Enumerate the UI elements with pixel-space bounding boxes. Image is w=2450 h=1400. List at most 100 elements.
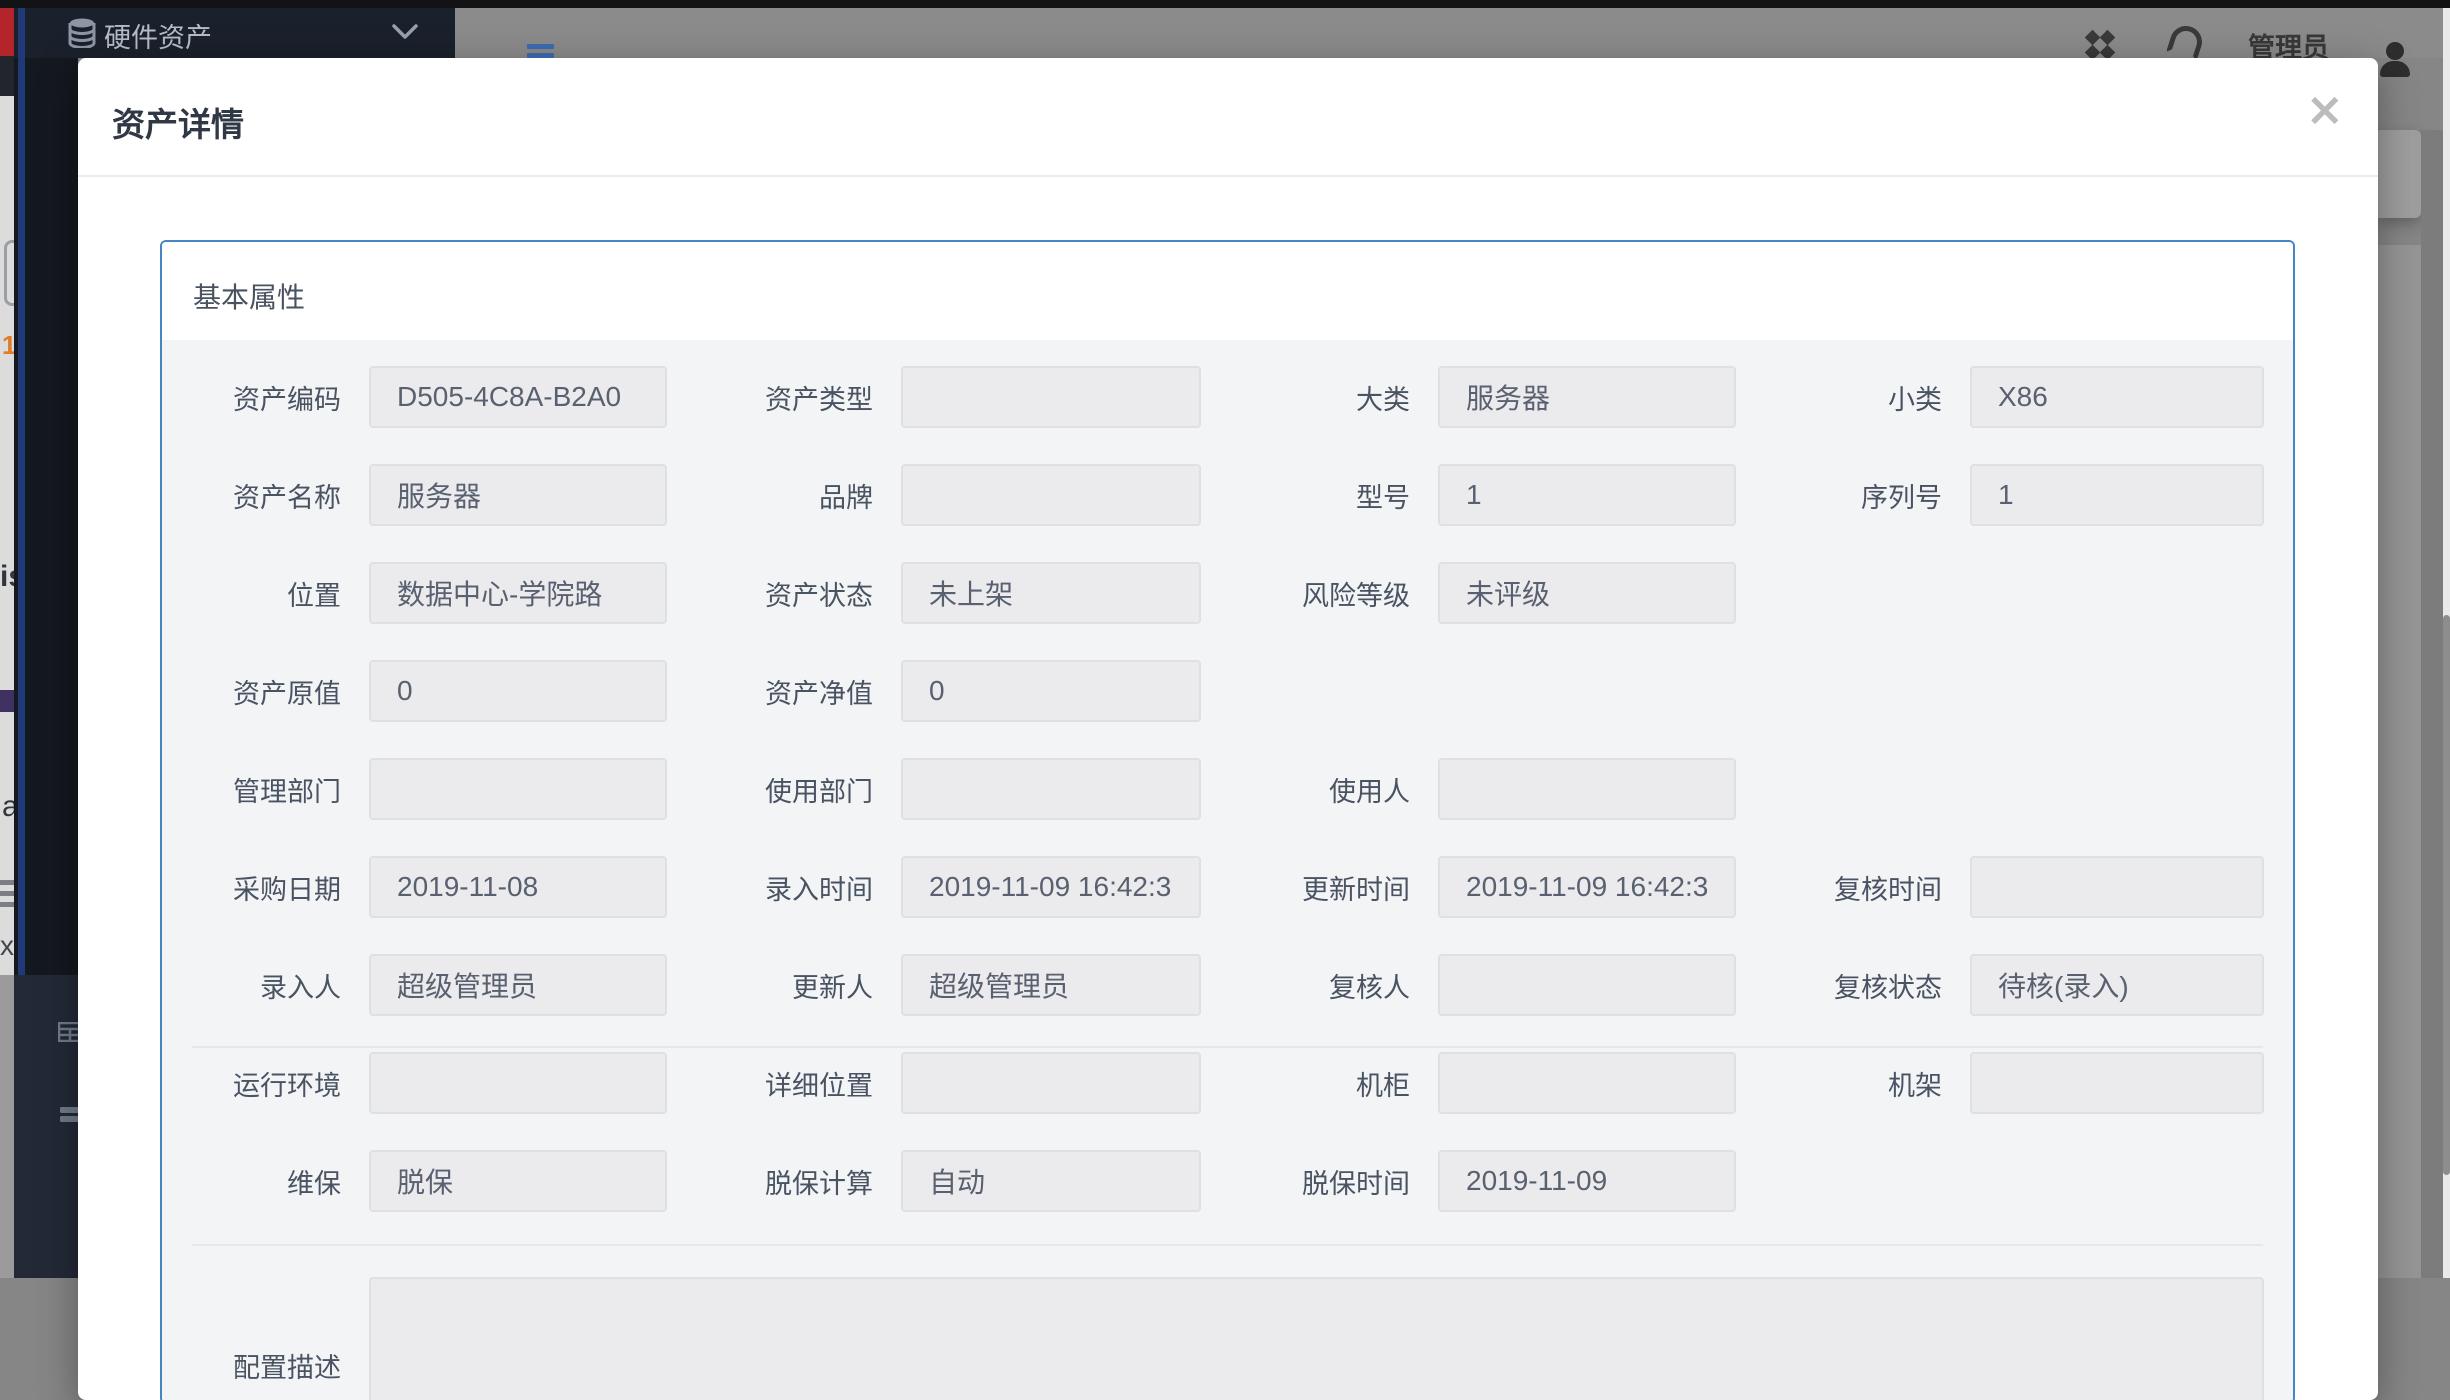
edge-text-fragment: 1	[2, 330, 14, 361]
close-icon[interactable]: ×	[2305, 86, 2344, 132]
field-cell: 更新人超级管理员	[667, 936, 1201, 1034]
sidebar-strip-lower	[14, 975, 78, 1278]
field-input[interactable]	[1970, 1052, 2264, 1114]
field-cell: 机架	[1736, 1034, 2264, 1132]
apps-grid-icon[interactable]	[2085, 30, 2115, 58]
field-input[interactable]: 2019-11-09 16:42:3	[901, 856, 1201, 918]
panel-header: 基本属性	[162, 242, 2293, 340]
field-input[interactable]	[1438, 758, 1736, 820]
field-row: 位置数据中心-学院路资产状态未上架风险等级未评级	[162, 544, 2293, 642]
field-input[interactable]: X86	[1970, 366, 2264, 428]
field-label: 风险等级	[1201, 574, 1438, 613]
field-input[interactable]	[901, 758, 1201, 820]
bell-icon[interactable]	[2166, 22, 2206, 58]
field-input[interactable]: 2019-11-09	[1438, 1150, 1736, 1212]
field-cell: 资产原值0	[162, 642, 667, 740]
field-input[interactable]: 1	[1970, 464, 2264, 526]
field-cell: 采购日期2019-11-08	[162, 838, 667, 936]
field-cell: 小类X86	[1736, 348, 2264, 446]
field-cell: 资产编码D505-4C8A-B2A0	[162, 348, 667, 446]
field-input[interactable]	[1970, 856, 2264, 918]
field-label: 复核时间	[1736, 868, 1970, 907]
field-row: 资产编码D505-4C8A-B2A0资产类型大类服务器小类X86	[162, 348, 2293, 446]
basic-attributes-panel: 基本属性 资产编码D505-4C8A-B2A0资产类型大类服务器小类X86资产名…	[160, 240, 2295, 1400]
topbar-user-label: 管理员	[2248, 26, 2329, 58]
field-cell: 复核人	[1201, 936, 1736, 1034]
collapse-menu-icon[interactable]	[527, 44, 554, 58]
panel-body: 资产编码D505-4C8A-B2A0资产类型大类服务器小类X86资产名称服务器品…	[162, 340, 2293, 1400]
field-input[interactable]	[369, 1277, 2264, 1400]
edge-text-fragment: is	[0, 560, 14, 594]
window-top-strip	[0, 0, 2450, 8]
section-divider	[192, 1046, 2263, 1048]
dimmed-panel	[2378, 245, 2421, 1278]
field-label: 录入人	[162, 966, 369, 1005]
field-input[interactable]: 超级管理员	[901, 954, 1201, 1016]
field-cell: 配置描述	[162, 1247, 2264, 1400]
edge-text-fragment: a	[2, 790, 14, 824]
dimmed-card	[2378, 130, 2421, 218]
sidebar-item-hardware-assets[interactable]: 硬件资产	[14, 8, 455, 58]
table-icon[interactable]	[58, 1022, 78, 1042]
field-cell: 型号1	[1201, 446, 1736, 544]
field-cell: 详细位置	[667, 1034, 1201, 1132]
sidebar-item-label: 硬件资产	[104, 16, 212, 55]
page-scrollbar-thumb[interactable]	[2443, 615, 2450, 1175]
field-cell: 脱保时间2019-11-09	[1201, 1132, 1736, 1230]
field-row: 维保脱保脱保计算自动脱保时间2019-11-09	[162, 1132, 2293, 1230]
modal-header-divider	[78, 175, 2378, 177]
dimmed-gutter	[2421, 130, 2443, 1278]
field-label: 配置描述	[162, 1330, 369, 1385]
field-input[interactable]: 1	[1438, 464, 1736, 526]
field-input[interactable]: 未上架	[901, 562, 1201, 624]
field-input[interactable]: 0	[369, 660, 667, 722]
field-cell: 使用人	[1201, 740, 1736, 838]
field-row: 管理部门使用部门使用人	[162, 740, 2293, 838]
database-icon	[68, 18, 96, 48]
field-cell: 资产状态未上架	[667, 544, 1201, 642]
field-input[interactable]	[369, 758, 667, 820]
field-cell: 位置数据中心-学院路	[162, 544, 667, 642]
field-label: 大类	[1201, 378, 1438, 417]
edge-gray-bottom	[0, 975, 14, 1278]
field-input[interactable]: 待核(录入)	[1970, 954, 2264, 1016]
field-label: 使用人	[1201, 770, 1438, 809]
field-label: 脱保计算	[667, 1162, 901, 1201]
field-input[interactable]: 服务器	[369, 464, 667, 526]
asset-detail-modal: 资产详情 × 基本属性 资产编码D505-4C8A-B2A0资产类型大类服务器小…	[78, 58, 2378, 1400]
layers-icon[interactable]	[58, 1105, 78, 1125]
field-label: 更新人	[667, 966, 901, 1005]
field-input[interactable]	[1438, 954, 1736, 1016]
field-input[interactable]	[1438, 1052, 1736, 1114]
field-input[interactable]: 2019-11-09 16:42:3	[1438, 856, 1736, 918]
sidebar-menu-band: 硬件资产	[14, 8, 455, 58]
field-row: 运行环境详细位置机柜机架	[162, 1034, 2293, 1132]
field-cell: 资产名称服务器	[162, 446, 667, 544]
field-input[interactable]: 自动	[901, 1150, 1201, 1212]
field-label: 位置	[162, 574, 369, 613]
field-input[interactable]	[901, 1052, 1201, 1114]
field-input[interactable]	[901, 366, 1201, 428]
field-input[interactable]: D505-4C8A-B2A0	[369, 366, 667, 428]
field-label: 运行环境	[162, 1064, 369, 1103]
field-cell: 录入人超级管理员	[162, 936, 667, 1034]
field-input[interactable]: 数据中心-学院路	[369, 562, 667, 624]
field-input[interactable]: 服务器	[1438, 366, 1736, 428]
field-label: 小类	[1736, 378, 1970, 417]
user-icon[interactable]	[2376, 42, 2414, 78]
field-input[interactable]: 脱保	[369, 1150, 667, 1212]
field-input[interactable]: 0	[901, 660, 1201, 722]
page-topbar-dimmed: 管理员	[455, 8, 2450, 58]
field-input[interactable]: 2019-11-08	[369, 856, 667, 918]
background-window-edge: 1 is a xi	[0, 8, 14, 1278]
sidebar-accent-strip	[18, 8, 25, 975]
field-input[interactable]	[901, 464, 1201, 526]
edge-card-fragment	[4, 240, 14, 306]
field-cell: 脱保计算自动	[667, 1132, 1201, 1230]
field-cell: 复核时间	[1736, 838, 2264, 936]
field-input[interactable]: 超级管理员	[369, 954, 667, 1016]
field-input[interactable]	[369, 1052, 667, 1114]
field-label: 资产编码	[162, 378, 369, 417]
field-input[interactable]: 未评级	[1438, 562, 1736, 624]
field-cell: 序列号1	[1736, 446, 2264, 544]
